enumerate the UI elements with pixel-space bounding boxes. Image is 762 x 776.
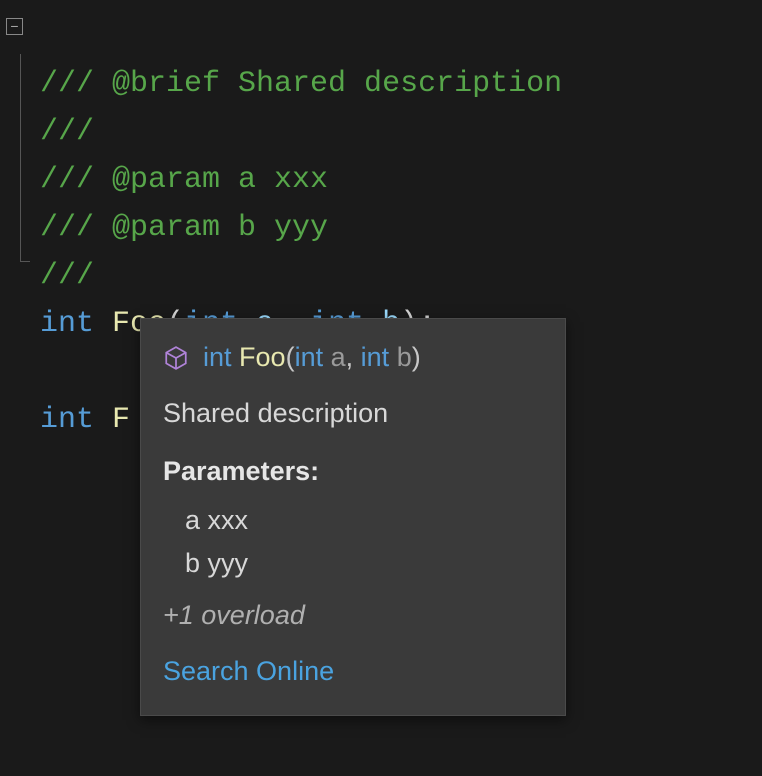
gutter: − bbox=[6, 18, 26, 35]
tooltip-overload-count: +1 overload bbox=[163, 595, 543, 637]
intellisense-tooltip: int Foo(int a, int b) Shared description… bbox=[140, 318, 566, 716]
cube-icon bbox=[163, 345, 189, 371]
tooltip-parameters-heading: Parameters: bbox=[163, 451, 543, 493]
tooltip-signature-text: int Foo(int a, int b) bbox=[203, 337, 421, 379]
partial-line: int F bbox=[40, 403, 130, 437]
doc-comment-line: /// bbox=[40, 259, 94, 293]
tooltip-parameters: a xxx b yyy bbox=[163, 499, 543, 585]
search-online-link[interactable]: Search Online bbox=[163, 651, 543, 693]
doc-comment-line: /// @brief Shared description bbox=[40, 67, 562, 101]
doc-comment-line: /// @param b yyy bbox=[40, 211, 328, 245]
tooltip-param-row: a xxx bbox=[185, 499, 543, 542]
tooltip-description: Shared description bbox=[163, 393, 543, 435]
code-editor[interactable]: − /// @brief Shared description /// /// … bbox=[0, 0, 762, 492]
minus-icon: − bbox=[10, 19, 18, 33]
tooltip-signature: int Foo(int a, int b) bbox=[163, 337, 543, 379]
doc-comment-line: /// @param a xxx bbox=[40, 163, 328, 197]
tooltip-param-row: b yyy bbox=[185, 542, 543, 585]
fold-guide bbox=[20, 54, 21, 262]
doc-comment-line: /// bbox=[40, 115, 94, 149]
fold-toggle[interactable]: − bbox=[6, 18, 23, 35]
